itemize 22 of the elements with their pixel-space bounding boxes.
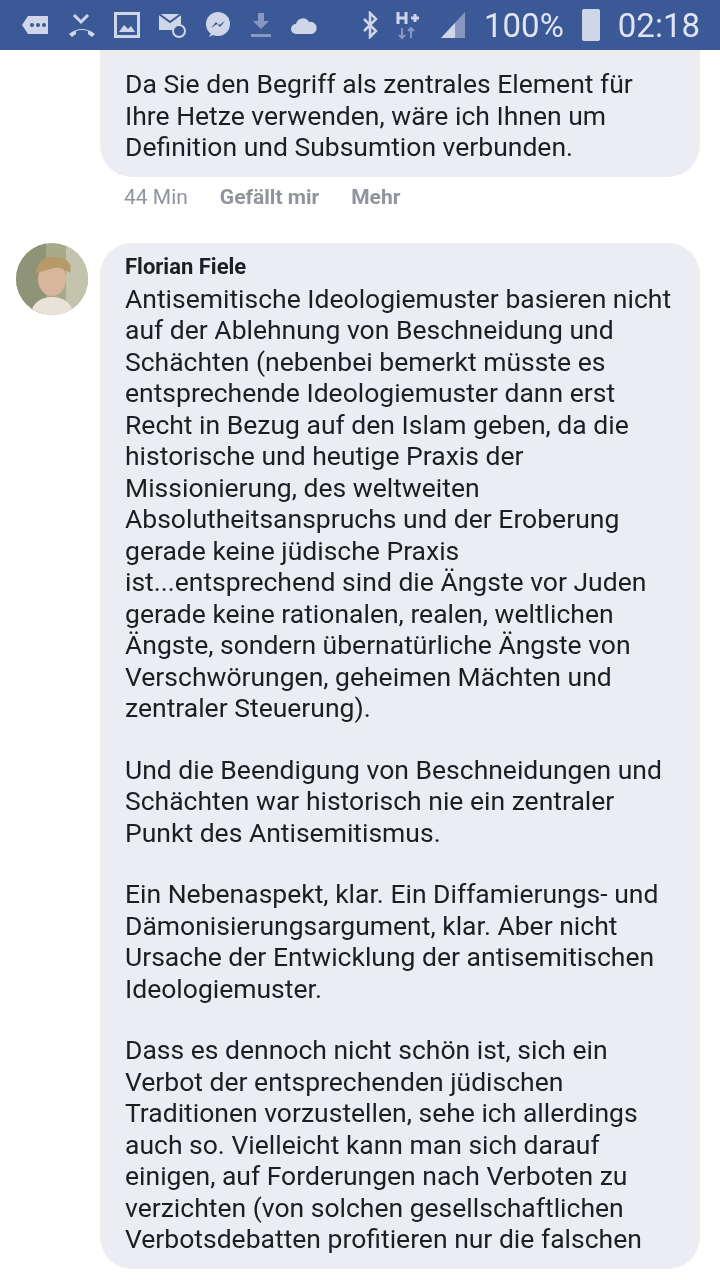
like-link[interactable]: Gefällt mir xyxy=(219,184,320,237)
author-name[interactable]: Florian Fiele xyxy=(125,254,247,279)
battery-percentage: 100% xyxy=(484,5,564,45)
download-icon xyxy=(250,12,272,38)
bluetooth-icon xyxy=(362,11,378,39)
image-icon xyxy=(114,12,140,38)
network-icon xyxy=(396,10,422,40)
chat-icon xyxy=(22,14,50,36)
clock: 02:18 xyxy=(617,5,700,45)
comment-text: Da Sie den Begriff als zentrales Element für Ihre Hetze verwenden, wäre ich Ihnen um Definition und Subsumtion verbunden. xyxy=(125,68,634,163)
comment-time: 44 Min xyxy=(124,184,188,211)
signal-icon xyxy=(440,11,466,39)
more-link[interactable]: Mehr xyxy=(351,184,401,237)
battery-icon xyxy=(581,9,600,41)
messenger-icon xyxy=(204,11,232,39)
comment-text: Dass es dennoch nicht schön ist, sich ein Verbot der entsprechenden jüdischen Traditionen vorzustellen, sehe ich allerdings auch so. Vielleicht kann man sich darauf einigen, auf Forderungen nach Verboten zu verzichten (von solchen gesellschaftlichen Verbotsdebatten profitieren nur die falschen xyxy=(125,1034,643,1255)
comment-text: Und die Beendigung von Beschneidungen und Schächten war historisch nie ein zentraler Punkt des Antisemitismus. xyxy=(125,753,663,848)
missed-call-icon xyxy=(68,12,96,38)
comment-text: Ein Nebenaspekt, klar. Ein Diffamierungs- und Dämonisierungsargument, klar. Aber nicht Ursache der Entwicklung der antisemitischen Ideologiemuster. xyxy=(125,878,660,1004)
cloud-icon xyxy=(290,15,318,35)
email-icon xyxy=(158,12,186,38)
comment-text: Antisemitische Ideologiemuster basieren nicht auf der Ablehnung von Beschneidung und Schächten (nebenbei bemerkt müsste es entsprechende Ideologiemuster dann erst Recht in Bezug auf den Islam geben, da die historische und heutige Praxis der Missionierung, des weltweiten Absolutheitsanspruchs und der Eroberung gerade keine jüdische Praxis ist...entsprechend sind die Ängste vor Juden gerade keine rationalen, realen, weltlichen Ängste, sondern übernatürliche Ängste von Verschwörungen, geheimen Mächten und zentraler Steuerung). xyxy=(125,282,673,724)
